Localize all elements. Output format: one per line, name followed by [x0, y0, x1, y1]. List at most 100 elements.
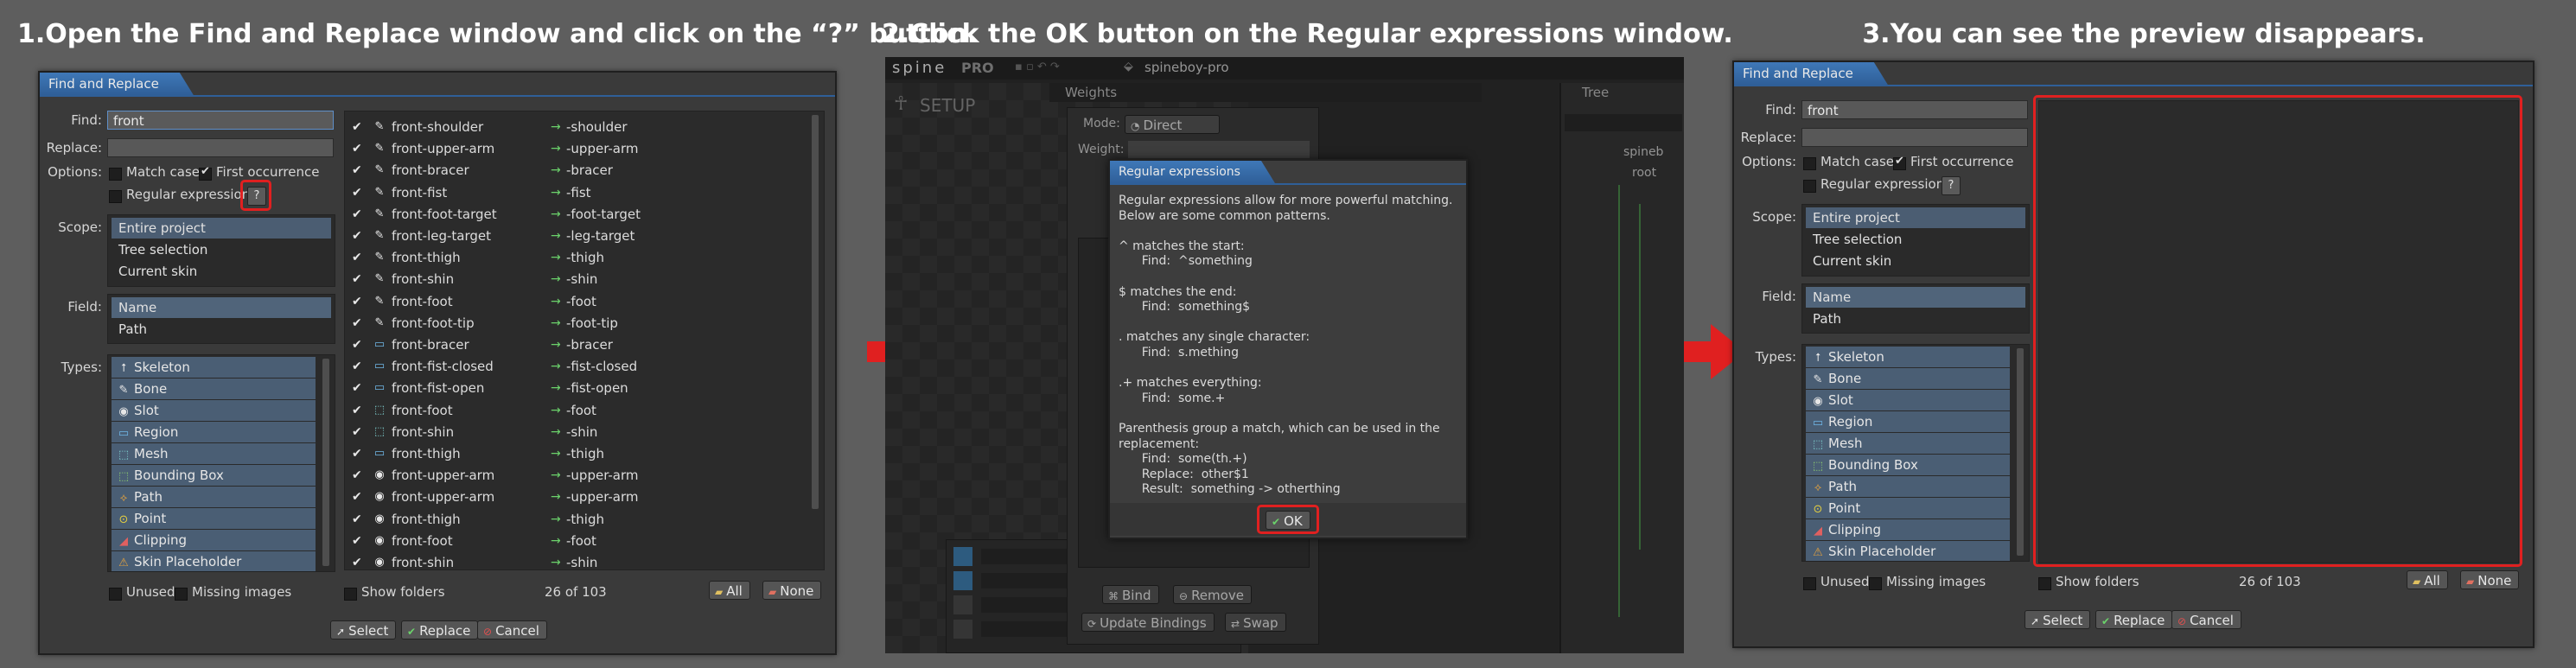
- table-row[interactable]: ⬚ front-shin → -shin: [345, 422, 803, 442]
- row-checkbox[interactable]: [352, 422, 362, 442]
- replace-button[interactable]: ✔ Replace: [2095, 610, 2173, 629]
- row-checkbox[interactable]: [352, 531, 362, 551]
- type-bone[interactable]: ✎ Bone: [1806, 368, 2010, 389]
- table-row[interactable]: ✎ front-shoulder → -shoulder: [345, 117, 803, 137]
- type-clipping[interactable]: ◢ Clipping: [112, 530, 316, 550]
- table-row[interactable]: ▭ front-thigh → -thigh: [345, 443, 803, 464]
- match-case-checkbox[interactable]: [109, 168, 122, 181]
- type-skin-placeholder[interactable]: ⚠ Skin Placeholder: [1806, 541, 2010, 561]
- all-button[interactable]: ▰ All: [2407, 570, 2448, 589]
- row-checkbox[interactable]: [352, 204, 362, 225]
- table-row[interactable]: ▭ front-fist-closed → -fist-closed: [345, 356, 803, 377]
- scope-option-current-skin[interactable]: Current skin: [1806, 251, 2025, 271]
- table-row[interactable]: ✎ front-foot-target → -foot-target: [345, 204, 803, 225]
- replace-button[interactable]: ✔ Replace: [401, 620, 479, 639]
- field-option-path[interactable]: Path: [1806, 309, 2025, 329]
- row-checkbox[interactable]: [352, 400, 362, 421]
- field-option-name[interactable]: Name: [1806, 287, 2025, 308]
- table-row[interactable]: ✎ front-bracer → -bracer: [345, 160, 803, 181]
- table-row[interactable]: ✎ front-fist → -fist: [345, 182, 803, 203]
- type-point[interactable]: ⊙ Point: [112, 508, 316, 529]
- table-row[interactable]: ◉ front-thigh → -thigh: [345, 509, 803, 530]
- type-point[interactable]: ⊙ Point: [1806, 498, 2010, 518]
- table-row[interactable]: ▭ front-fist-open → -fist-open: [345, 378, 803, 398]
- type-slot[interactable]: ◉ Slot: [112, 400, 316, 421]
- field-option-path[interactable]: Path: [112, 319, 331, 340]
- table-row[interactable]: ✎ front-foot → -foot: [345, 291, 803, 312]
- row-checkbox[interactable]: [352, 138, 362, 159]
- row-checkbox[interactable]: [352, 509, 362, 530]
- all-button[interactable]: ▰ All: [709, 581, 750, 600]
- first-occurrence-checkbox[interactable]: [199, 165, 212, 181]
- cancel-button[interactable]: ⊘ Cancel: [2171, 610, 2241, 629]
- scope-option-tree-selection[interactable]: Tree selection: [1806, 229, 2025, 250]
- table-row[interactable]: ✎ front-shin → -shin: [345, 269, 803, 289]
- select-button[interactable]: ➚ Select: [2024, 610, 2091, 629]
- row-checkbox[interactable]: [352, 465, 362, 486]
- regex-checkbox[interactable]: [109, 190, 122, 203]
- missing-images-checkbox[interactable]: [175, 588, 188, 601]
- results-scrollbar[interactable]: [812, 115, 819, 509]
- type-skin-placeholder[interactable]: ⚠ Skin Placeholder: [112, 551, 316, 571]
- type-region[interactable]: ▭ Region: [112, 422, 316, 442]
- table-row[interactable]: ◉ front-upper-arm → -upper-arm: [345, 487, 803, 507]
- type-bounding-box[interactable]: ⬚ Bounding Box: [112, 465, 316, 486]
- scope-option-entire-project[interactable]: Entire project: [112, 218, 331, 239]
- cancel-button[interactable]: ⊘ Cancel: [477, 620, 547, 639]
- table-row[interactable]: ✎ front-foot-tip → -foot-tip: [345, 313, 803, 334]
- types-scrollbar[interactable]: [322, 359, 329, 566]
- row-checkbox[interactable]: [352, 226, 362, 246]
- table-row[interactable]: ✎ front-leg-target → -leg-target: [345, 226, 803, 246]
- row-checkbox[interactable]: [352, 269, 362, 289]
- type-skeleton[interactable]: ⭡ Skeleton: [112, 357, 316, 378]
- row-checkbox[interactable]: [352, 291, 362, 312]
- table-row[interactable]: ◉ front-upper-arm → -upper-arm: [345, 465, 803, 486]
- row-checkbox[interactable]: [352, 160, 362, 181]
- type-mesh[interactable]: ⬚ Mesh: [1806, 433, 2010, 454]
- table-row[interactable]: ◉ front-foot → -foot: [345, 531, 803, 551]
- replace-input[interactable]: [1801, 128, 2028, 147]
- unused-checkbox[interactable]: [109, 588, 122, 601]
- type-path[interactable]: ⟡ Path: [112, 487, 316, 507]
- select-button[interactable]: ➚ Select: [330, 620, 397, 639]
- missing-images-checkbox[interactable]: [1869, 577, 1882, 590]
- row-checkbox[interactable]: [352, 552, 362, 569]
- replace-input[interactable]: [107, 138, 334, 157]
- table-row[interactable]: ▭ front-bracer → -bracer: [345, 334, 803, 355]
- table-row[interactable]: ⬚ front-foot → -foot: [345, 400, 803, 421]
- type-region[interactable]: ▭ Region: [1806, 411, 2010, 432]
- type-path[interactable]: ⟡ Path: [1806, 476, 2010, 497]
- row-checkbox[interactable]: [352, 182, 362, 203]
- row-checkbox[interactable]: [352, 334, 362, 355]
- row-checkbox[interactable]: [352, 378, 362, 398]
- row-checkbox[interactable]: [352, 443, 362, 464]
- regex-help-button[interactable]: ?: [1942, 176, 1961, 195]
- table-row[interactable]: ◉ front-shin → -shin: [345, 552, 803, 569]
- row-checkbox[interactable]: [352, 247, 362, 268]
- none-button[interactable]: ▰ None: [762, 581, 822, 600]
- match-case-checkbox[interactable]: [1803, 157, 1816, 170]
- find-input[interactable]: front: [1801, 100, 2028, 119]
- scope-option-entire-project[interactable]: Entire project: [1806, 207, 2025, 228]
- row-checkbox[interactable]: [352, 313, 362, 334]
- find-input[interactable]: front: [107, 111, 334, 130]
- field-option-name[interactable]: Name: [112, 297, 331, 318]
- none-button[interactable]: ▰ None: [2460, 570, 2520, 589]
- scope-option-current-skin[interactable]: Current skin: [112, 261, 331, 282]
- type-slot[interactable]: ◉ Slot: [1806, 390, 2010, 410]
- unused-checkbox[interactable]: [1803, 577, 1816, 590]
- types-scrollbar[interactable]: [2017, 348, 2024, 556]
- scope-option-tree-selection[interactable]: Tree selection: [112, 239, 331, 260]
- type-clipping[interactable]: ◢ Clipping: [1806, 519, 2010, 540]
- first-occurrence-checkbox[interactable]: [1893, 155, 1906, 170]
- table-row[interactable]: ✎ front-thigh → -thigh: [345, 247, 803, 268]
- regex-checkbox[interactable]: [1803, 180, 1816, 193]
- type-bounding-box[interactable]: ⬚ Bounding Box: [1806, 455, 2010, 475]
- type-mesh[interactable]: ⬚ Mesh: [112, 443, 316, 464]
- table-row[interactable]: ✎ front-upper-arm → -upper-arm: [345, 138, 803, 159]
- type-skeleton[interactable]: ⭡ Skeleton: [1806, 347, 2010, 367]
- row-checkbox[interactable]: [352, 356, 362, 377]
- row-checkbox[interactable]: [352, 487, 362, 507]
- show-folders-checkbox[interactable]: [2038, 577, 2051, 590]
- row-checkbox[interactable]: [352, 117, 362, 137]
